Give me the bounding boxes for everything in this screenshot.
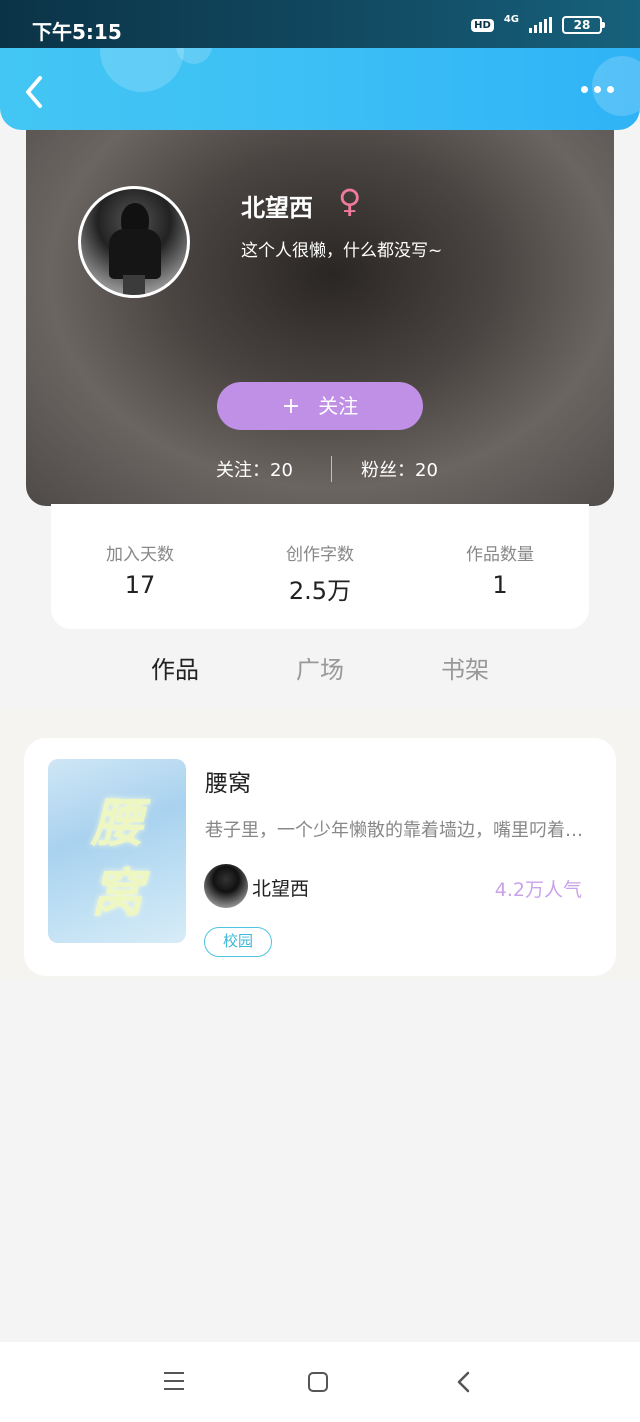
stat-works-count: 作品数量 1 — [420, 540, 580, 599]
profile-username: 北望西 — [241, 194, 313, 222]
following-count[interactable]: 关注：20 — [216, 456, 293, 482]
system-nav-bar — [0, 1342, 640, 1422]
status-time: 下午5:15 — [32, 20, 122, 44]
follow-button-label: 关注 — [318, 394, 359, 418]
chevron-left-icon — [26, 76, 42, 108]
network-type: 4G — [503, 13, 519, 25]
tab-label: 作品 — [151, 656, 199, 684]
follow-button[interactable]: + 关注 — [217, 382, 423, 430]
book-card[interactable]: 腰 窝 腰窝 巷子里，一个少年懒散的靠着墙边，嘴里叼着一根烟…… 北望西 4.2… — [24, 738, 616, 976]
back-button[interactable] — [20, 74, 50, 110]
profile-header: 北望西 ♀ 这个人很懒，什么都没写~ + 关注 关注：20 粉丝：20 — [26, 120, 614, 506]
profile-bio: 这个人很懒，什么都没写~ — [241, 241, 443, 261]
more-dots-icon — [581, 86, 588, 93]
author-avatar[interactable] — [204, 864, 248, 908]
stat-join-days: 加入天数 17 — [60, 540, 220, 599]
cover-title-char: 腰 — [90, 793, 143, 854]
stat-label: 加入天数 — [106, 545, 174, 565]
genre-tag[interactable]: 校园 — [204, 927, 272, 957]
stat-value: 17 — [124, 571, 156, 599]
stat-label: 作品数量 — [466, 545, 534, 565]
stat-value: 2.5万 — [288, 577, 352, 605]
more-dots-icon — [594, 86, 601, 93]
hd-icon: HD — [471, 18, 494, 32]
stat-value: 1 — [492, 571, 508, 599]
tab-square[interactable]: 广场 — [290, 650, 350, 715]
tab-label: 广场 — [296, 656, 344, 684]
home-icon[interactable] — [308, 1372, 328, 1392]
battery-icon: 28 — [562, 16, 605, 34]
book-title: 腰窝 — [205, 771, 251, 797]
status-bar: 下午5:15 HD 4G 28 — [0, 0, 640, 48]
profile-avatar[interactable] — [78, 186, 190, 298]
book-description: 巷子里，一个少年懒散的靠着墙边，嘴里叼着一根烟…… — [205, 820, 595, 841]
more-button[interactable] — [581, 86, 614, 93]
tab-bar: 作品 广场 书架 — [0, 630, 640, 715]
popularity-count: 4.2万人气 — [494, 879, 582, 901]
status-icons: HD 4G 28 — [471, 13, 605, 34]
back-triangle-icon[interactable] — [456, 1370, 472, 1394]
plus-icon: + — [281, 394, 301, 419]
stats-card: 加入天数 17 创作字数 2.5万 作品数量 1 — [51, 504, 589, 629]
avatar-figure-legs — [123, 275, 145, 295]
top-navbar — [0, 48, 640, 130]
signal-icon — [529, 17, 552, 33]
book-cover[interactable]: 腰 窝 — [48, 759, 186, 943]
stat-label: 创作字数 — [286, 545, 354, 565]
female-gender-icon: ♀ — [338, 182, 362, 220]
fans-count[interactable]: 粉丝：20 — [361, 456, 438, 482]
divider — [331, 456, 332, 482]
author-name: 北望西 — [252, 878, 310, 900]
tab-label: 书架 — [441, 656, 489, 684]
tab-works[interactable]: 作品 — [145, 650, 205, 715]
cover-title-char: 窝 — [90, 863, 143, 924]
more-dots-icon — [607, 86, 614, 93]
stat-word-count: 创作字数 2.5万 — [240, 540, 400, 606]
avatar-figure-body — [109, 229, 161, 279]
decor-bubble — [100, 48, 184, 92]
tab-bookshelf[interactable]: 书架 — [435, 650, 495, 715]
menu-icon[interactable] — [164, 1372, 184, 1390]
